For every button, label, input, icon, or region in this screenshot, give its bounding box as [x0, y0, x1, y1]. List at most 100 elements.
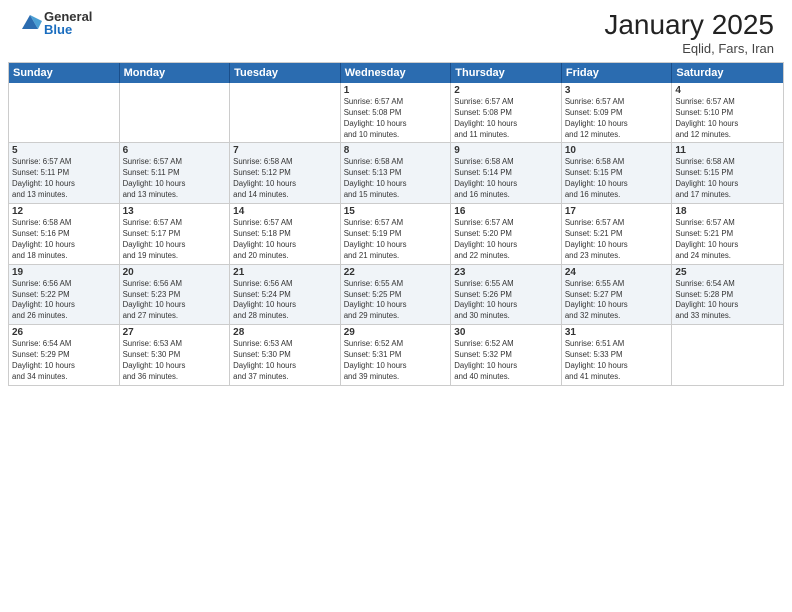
day-number: 27: [123, 327, 227, 338]
day-number: 4: [675, 85, 780, 96]
day-number: 21: [233, 267, 337, 278]
day-number: 28: [233, 327, 337, 338]
day-info: Sunrise: 6:57 AM Sunset: 5:21 PM Dayligh…: [675, 218, 780, 262]
day-info: Sunrise: 6:56 AM Sunset: 5:22 PM Dayligh…: [12, 279, 116, 323]
day-number: 17: [565, 206, 669, 217]
calendar-cell: 13Sunrise: 6:57 AM Sunset: 5:17 PM Dayli…: [120, 204, 231, 264]
weekday-header: Saturday: [672, 63, 783, 83]
calendar-cell: 24Sunrise: 6:55 AM Sunset: 5:27 PM Dayli…: [562, 265, 673, 325]
calendar-body: 1Sunrise: 6:57 AM Sunset: 5:08 PM Daylig…: [9, 83, 783, 385]
day-info: Sunrise: 6:57 AM Sunset: 5:18 PM Dayligh…: [233, 218, 337, 262]
day-info: Sunrise: 6:57 AM Sunset: 5:10 PM Dayligh…: [675, 97, 780, 141]
day-info: Sunrise: 6:57 AM Sunset: 5:17 PM Dayligh…: [123, 218, 227, 262]
calendar-week: 1Sunrise: 6:57 AM Sunset: 5:08 PM Daylig…: [9, 83, 783, 144]
calendar-cell: [120, 83, 231, 143]
calendar-cell: 21Sunrise: 6:56 AM Sunset: 5:24 PM Dayli…: [230, 265, 341, 325]
day-info: Sunrise: 6:54 AM Sunset: 5:29 PM Dayligh…: [12, 339, 116, 383]
title-area: January 2025 Eqlid, Fars, Iran: [604, 10, 774, 56]
calendar-cell: 16Sunrise: 6:57 AM Sunset: 5:20 PM Dayli…: [451, 204, 562, 264]
calendar-cell: 14Sunrise: 6:57 AM Sunset: 5:18 PM Dayli…: [230, 204, 341, 264]
header: General Blue January 2025 Eqlid, Fars, I…: [0, 0, 792, 62]
day-number: 23: [454, 267, 558, 278]
weekday-header: Wednesday: [341, 63, 452, 83]
logo-icon: [18, 11, 42, 35]
day-info: Sunrise: 6:57 AM Sunset: 5:20 PM Dayligh…: [454, 218, 558, 262]
logo: General Blue: [18, 10, 92, 36]
day-info: Sunrise: 6:58 AM Sunset: 5:12 PM Dayligh…: [233, 157, 337, 201]
day-info: Sunrise: 6:57 AM Sunset: 5:08 PM Dayligh…: [344, 97, 448, 141]
day-number: 3: [565, 85, 669, 96]
day-number: 5: [12, 145, 116, 156]
day-number: 29: [344, 327, 448, 338]
day-number: 8: [344, 145, 448, 156]
calendar-week: 12Sunrise: 6:58 AM Sunset: 5:16 PM Dayli…: [9, 204, 783, 265]
day-info: Sunrise: 6:55 AM Sunset: 5:25 PM Dayligh…: [344, 279, 448, 323]
day-info: Sunrise: 6:58 AM Sunset: 5:15 PM Dayligh…: [565, 157, 669, 201]
day-info: Sunrise: 6:52 AM Sunset: 5:32 PM Dayligh…: [454, 339, 558, 383]
day-number: 22: [344, 267, 448, 278]
day-number: 19: [12, 267, 116, 278]
calendar-cell: 7Sunrise: 6:58 AM Sunset: 5:12 PM Daylig…: [230, 143, 341, 203]
day-number: 31: [565, 327, 669, 338]
day-info: Sunrise: 6:58 AM Sunset: 5:15 PM Dayligh…: [675, 157, 780, 201]
day-info: Sunrise: 6:55 AM Sunset: 5:26 PM Dayligh…: [454, 279, 558, 323]
calendar-header: SundayMondayTuesdayWednesdayThursdayFrid…: [9, 63, 783, 83]
day-number: 26: [12, 327, 116, 338]
day-number: 18: [675, 206, 780, 217]
day-number: 9: [454, 145, 558, 156]
calendar-cell: 1Sunrise: 6:57 AM Sunset: 5:08 PM Daylig…: [341, 83, 452, 143]
calendar-cell: 15Sunrise: 6:57 AM Sunset: 5:19 PM Dayli…: [341, 204, 452, 264]
calendar-cell: 12Sunrise: 6:58 AM Sunset: 5:16 PM Dayli…: [9, 204, 120, 264]
day-info: Sunrise: 6:54 AM Sunset: 5:28 PM Dayligh…: [675, 279, 780, 323]
day-number: 14: [233, 206, 337, 217]
day-number: 15: [344, 206, 448, 217]
day-info: Sunrise: 6:51 AM Sunset: 5:33 PM Dayligh…: [565, 339, 669, 383]
calendar-cell: 11Sunrise: 6:58 AM Sunset: 5:15 PM Dayli…: [672, 143, 783, 203]
day-number: 25: [675, 267, 780, 278]
calendar-cell: 6Sunrise: 6:57 AM Sunset: 5:11 PM Daylig…: [120, 143, 231, 203]
day-number: 24: [565, 267, 669, 278]
calendar-cell: 8Sunrise: 6:58 AM Sunset: 5:13 PM Daylig…: [341, 143, 452, 203]
calendar-cell: 20Sunrise: 6:56 AM Sunset: 5:23 PM Dayli…: [120, 265, 231, 325]
day-info: Sunrise: 6:57 AM Sunset: 5:11 PM Dayligh…: [12, 157, 116, 201]
day-number: 6: [123, 145, 227, 156]
weekday-header: Tuesday: [230, 63, 341, 83]
day-info: Sunrise: 6:57 AM Sunset: 5:08 PM Dayligh…: [454, 97, 558, 141]
day-info: Sunrise: 6:56 AM Sunset: 5:23 PM Dayligh…: [123, 279, 227, 323]
calendar-cell: 18Sunrise: 6:57 AM Sunset: 5:21 PM Dayli…: [672, 204, 783, 264]
day-number: 2: [454, 85, 558, 96]
day-number: 30: [454, 327, 558, 338]
calendar-cell: 25Sunrise: 6:54 AM Sunset: 5:28 PM Dayli…: [672, 265, 783, 325]
calendar-week: 5Sunrise: 6:57 AM Sunset: 5:11 PM Daylig…: [9, 143, 783, 204]
calendar-cell: 26Sunrise: 6:54 AM Sunset: 5:29 PM Dayli…: [9, 325, 120, 385]
calendar-title: January 2025: [604, 10, 774, 41]
calendar: SundayMondayTuesdayWednesdayThursdayFrid…: [0, 62, 792, 612]
day-number: 16: [454, 206, 558, 217]
calendar-cell: 28Sunrise: 6:53 AM Sunset: 5:30 PM Dayli…: [230, 325, 341, 385]
calendar-cell: 22Sunrise: 6:55 AM Sunset: 5:25 PM Dayli…: [341, 265, 452, 325]
calendar-cell: 10Sunrise: 6:58 AM Sunset: 5:15 PM Dayli…: [562, 143, 673, 203]
day-info: Sunrise: 6:58 AM Sunset: 5:13 PM Dayligh…: [344, 157, 448, 201]
calendar-cell: 27Sunrise: 6:53 AM Sunset: 5:30 PM Dayli…: [120, 325, 231, 385]
day-info: Sunrise: 6:57 AM Sunset: 5:21 PM Dayligh…: [565, 218, 669, 262]
page: General Blue January 2025 Eqlid, Fars, I…: [0, 0, 792, 612]
calendar-cell: 3Sunrise: 6:57 AM Sunset: 5:09 PM Daylig…: [562, 83, 673, 143]
day-number: 1: [344, 85, 448, 96]
calendar-subtitle: Eqlid, Fars, Iran: [604, 41, 774, 56]
day-info: Sunrise: 6:56 AM Sunset: 5:24 PM Dayligh…: [233, 279, 337, 323]
calendar-week: 26Sunrise: 6:54 AM Sunset: 5:29 PM Dayli…: [9, 325, 783, 385]
day-info: Sunrise: 6:57 AM Sunset: 5:19 PM Dayligh…: [344, 218, 448, 262]
day-number: 11: [675, 145, 780, 156]
day-info: Sunrise: 6:58 AM Sunset: 5:16 PM Dayligh…: [12, 218, 116, 262]
day-number: 20: [123, 267, 227, 278]
calendar-cell: 30Sunrise: 6:52 AM Sunset: 5:32 PM Dayli…: [451, 325, 562, 385]
calendar-cell: 19Sunrise: 6:56 AM Sunset: 5:22 PM Dayli…: [9, 265, 120, 325]
calendar-cell: 29Sunrise: 6:52 AM Sunset: 5:31 PM Dayli…: [341, 325, 452, 385]
calendar-grid: SundayMondayTuesdayWednesdayThursdayFrid…: [8, 62, 784, 386]
day-info: Sunrise: 6:57 AM Sunset: 5:11 PM Dayligh…: [123, 157, 227, 201]
calendar-cell: [230, 83, 341, 143]
weekday-header: Friday: [562, 63, 673, 83]
calendar-cell: 17Sunrise: 6:57 AM Sunset: 5:21 PM Dayli…: [562, 204, 673, 264]
day-number: 7: [233, 145, 337, 156]
day-info: Sunrise: 6:53 AM Sunset: 5:30 PM Dayligh…: [233, 339, 337, 383]
